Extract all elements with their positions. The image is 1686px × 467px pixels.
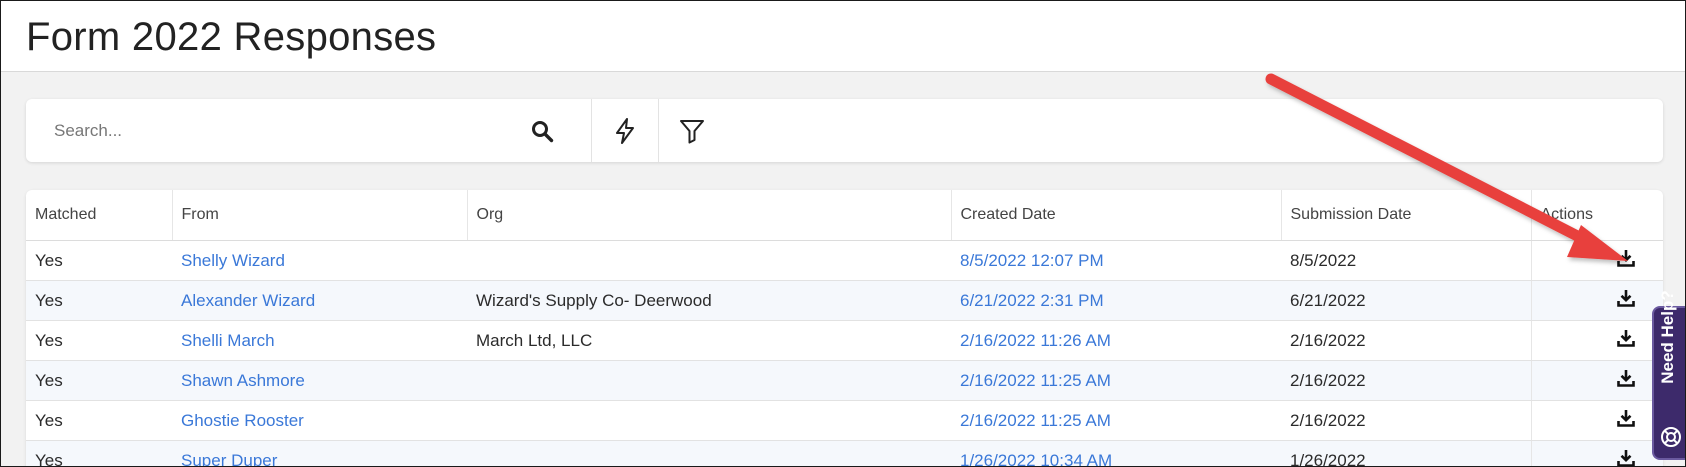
download-icon[interactable] <box>1617 369 1635 392</box>
column-header-org[interactable]: Org <box>467 190 952 241</box>
table-row: Yes Shelli March March Ltd, LLC 2/16/202… <box>26 320 1663 361</box>
need-help-label: Need Help? <box>1658 290 1677 384</box>
filter-button[interactable] <box>659 99 725 162</box>
org-cell: March Ltd, LLC <box>467 320 951 361</box>
app-window: Form 2022 Responses Search... Matched Fr… <box>0 0 1686 467</box>
column-header-actions: Actions <box>1531 190 1663 241</box>
responses-table: Matched From Org Created Date Submission… <box>26 190 1663 467</box>
org-cell: Wizard's Supply Co- Deerwood <box>467 280 951 321</box>
column-header-from[interactable]: From <box>172 190 468 241</box>
download-icon[interactable] <box>1617 289 1635 312</box>
search-toolbar <box>26 99 1663 162</box>
matched-cell: Yes <box>26 360 172 401</box>
download-icon[interactable] <box>1617 249 1635 272</box>
matched-cell: Yes <box>26 320 172 361</box>
created-date-link[interactable]: 2/16/2022 11:25 AM <box>960 411 1111 430</box>
matched-cell: Yes <box>26 240 172 281</box>
submission-date-cell: 1/26/2022 <box>1281 440 1531 466</box>
table-row: Yes Shelly Wizard 8/5/2022 12:07 PM 8/5/… <box>26 240 1663 281</box>
quick-actions-button[interactable] <box>592 99 658 162</box>
search-button[interactable] <box>517 99 567 162</box>
created-date-link[interactable]: 1/26/2022 10:34 AM <box>960 451 1112 467</box>
from-link[interactable]: Ghostie Rooster <box>181 411 304 430</box>
column-header-created-date[interactable]: Created Date <box>951 190 1282 241</box>
download-icon[interactable] <box>1617 329 1635 352</box>
org-cell <box>467 440 951 466</box>
from-link[interactable]: Shawn Ashmore <box>181 371 305 390</box>
table-row: Yes Super Duper 1/26/2022 10:34 AM 1/26/… <box>26 440 1663 467</box>
download-icon[interactable] <box>1617 449 1635 466</box>
submission-date-cell: 6/21/2022 <box>1281 280 1531 321</box>
responses-table-card: Matched From Org Created Date Submission… <box>26 190 1663 467</box>
search-icon <box>532 120 554 142</box>
created-date-link[interactable]: 8/5/2022 12:07 PM <box>960 251 1104 270</box>
org-cell <box>467 360 951 401</box>
matched-cell: Yes <box>26 280 172 321</box>
table-row: Yes Shawn Ashmore 2/16/2022 11:25 AM 2/1… <box>26 360 1663 401</box>
search-input[interactable] <box>52 113 526 149</box>
submission-date-cell: 2/16/2022 <box>1281 360 1531 401</box>
column-header-submission-date[interactable]: Submission Date <box>1281 190 1532 241</box>
table-header-row: Matched From Org Created Date Submission… <box>26 190 1663 241</box>
filter-icon <box>680 119 704 143</box>
from-link[interactable]: Shelly Wizard <box>181 251 285 270</box>
from-link[interactable]: Super Duper <box>181 451 277 467</box>
created-date-link[interactable]: 2/16/2022 11:25 AM <box>960 371 1111 390</box>
table-row: Yes Alexander Wizard Wizard's Supply Co-… <box>26 280 1663 321</box>
matched-cell: Yes <box>26 400 172 441</box>
from-link[interactable]: Alexander Wizard <box>181 291 315 310</box>
org-cell <box>467 240 951 281</box>
column-header-matched[interactable]: Matched <box>26 190 173 241</box>
org-cell <box>467 400 951 441</box>
need-help-tab[interactable]: Need Help? <box>1652 290 1685 460</box>
from-link[interactable]: Shelli March <box>181 331 275 350</box>
download-icon[interactable] <box>1617 409 1635 432</box>
submission-date-cell: 2/16/2022 <box>1281 400 1531 441</box>
submission-date-cell: 2/16/2022 <box>1281 320 1531 361</box>
page-header: Form 2022 Responses <box>1 1 1685 72</box>
bolt-icon <box>616 117 634 144</box>
submission-date-cell: 8/5/2022 <box>1281 240 1531 281</box>
created-date-link[interactable]: 6/21/2022 2:31 PM <box>960 291 1104 310</box>
page-title: Form 2022 Responses <box>26 15 437 59</box>
matched-cell: Yes <box>26 440 172 466</box>
created-date-link[interactable]: 2/16/2022 11:26 AM <box>960 331 1111 350</box>
lifebuoy-icon <box>1661 427 1681 447</box>
table-row: Yes Ghostie Rooster 2/16/2022 11:25 AM 2… <box>26 400 1663 441</box>
